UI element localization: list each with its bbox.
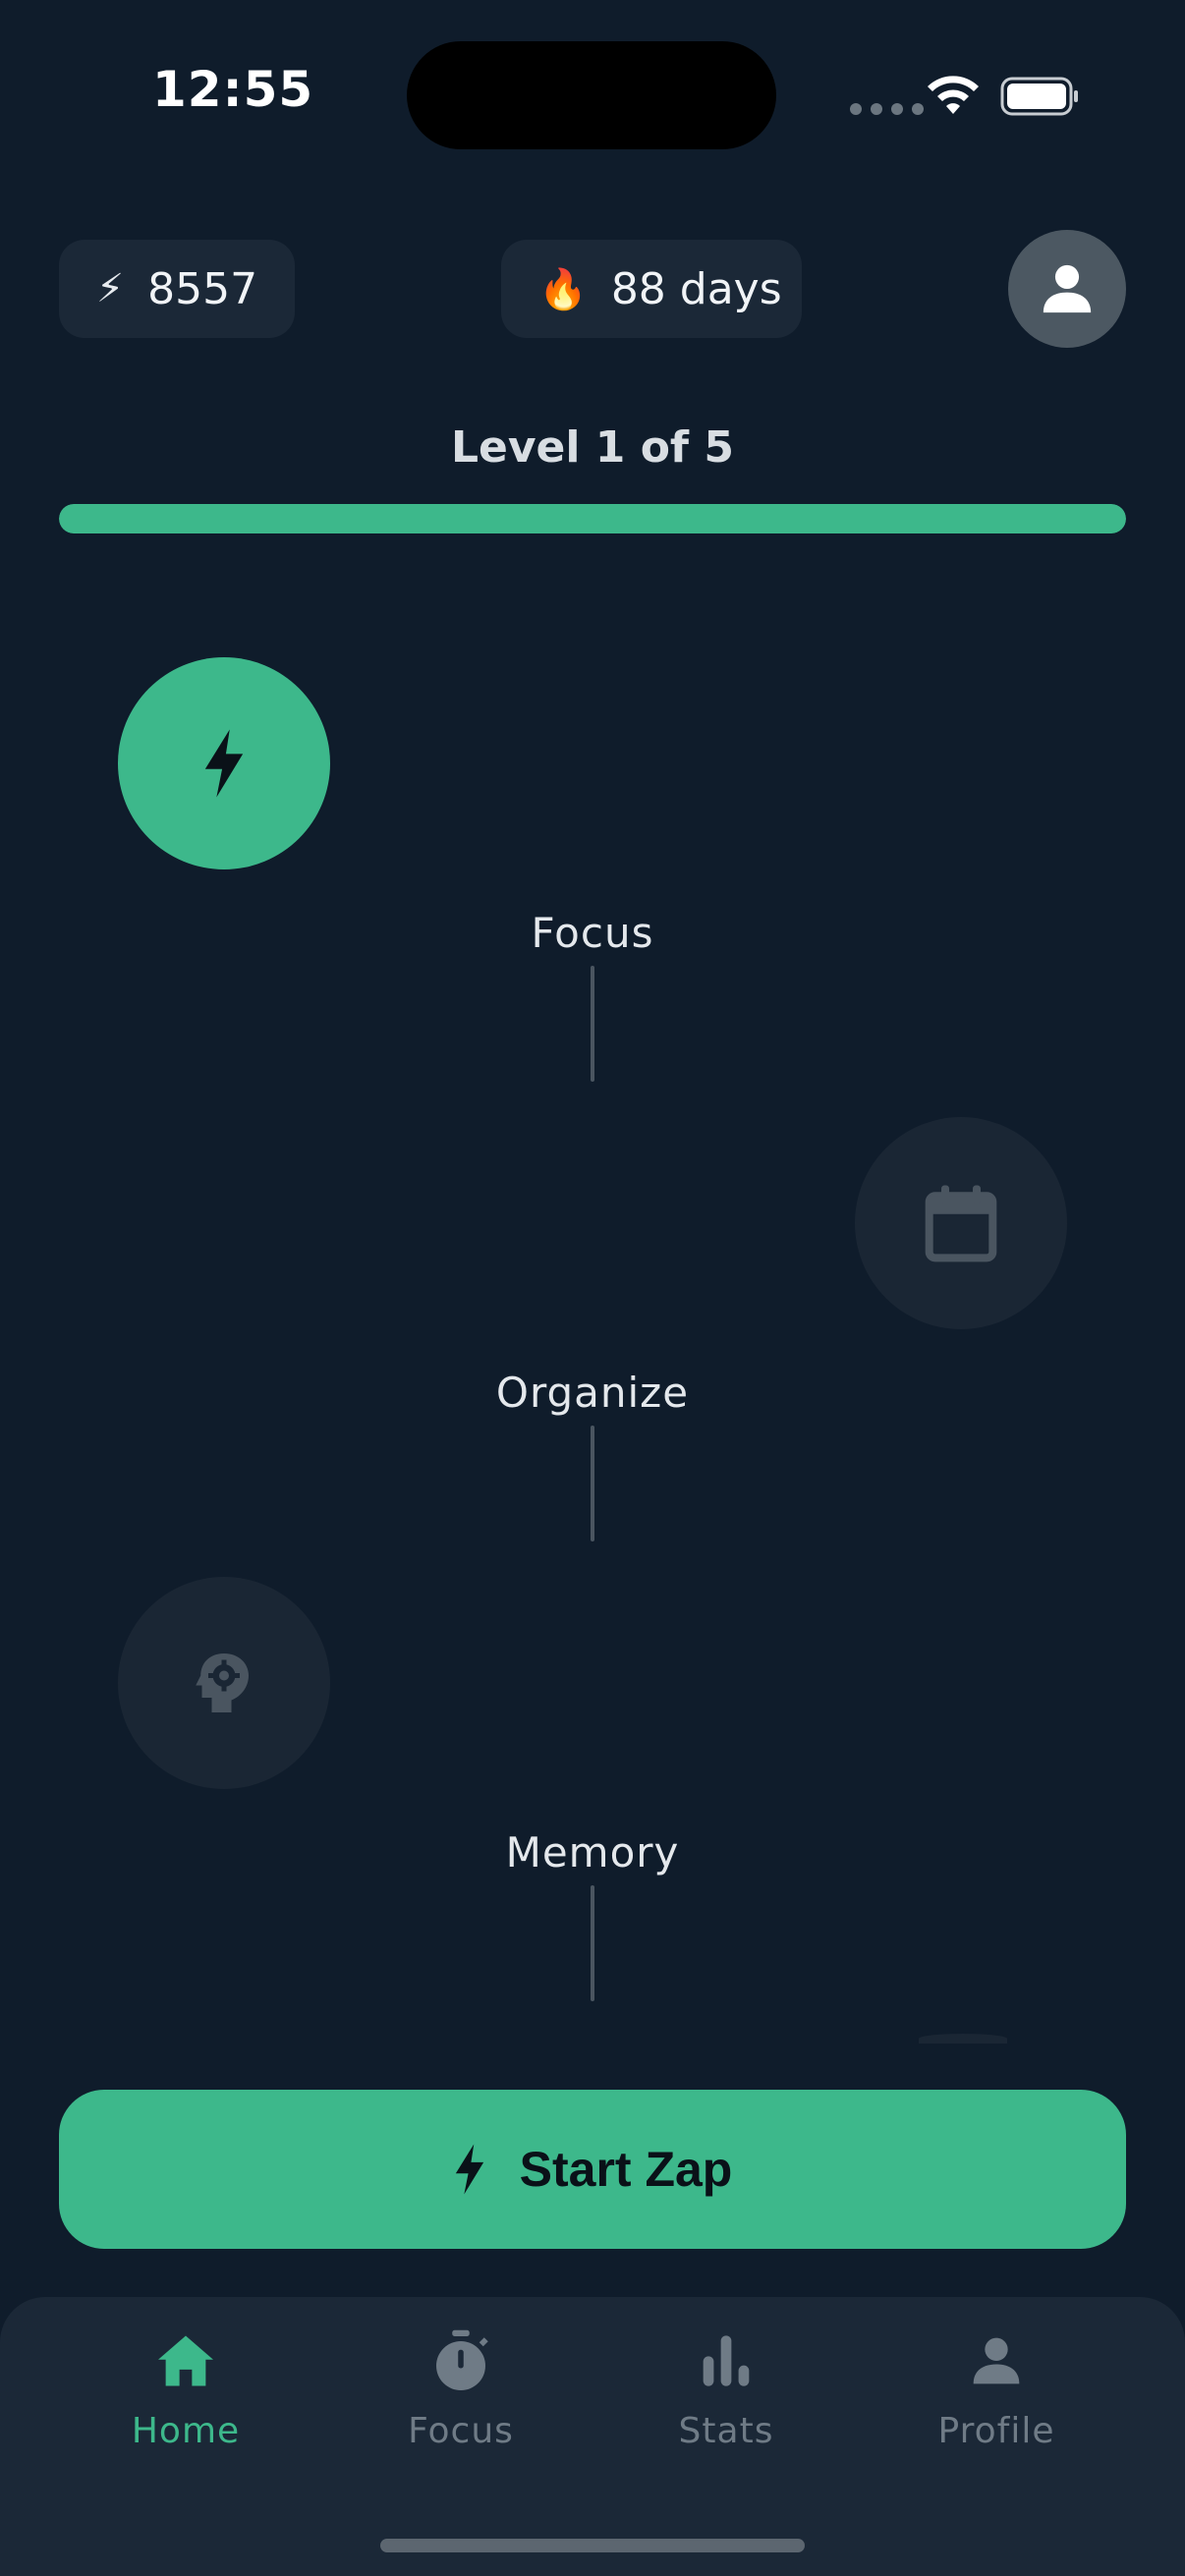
brain-gear-icon <box>196 1653 249 1712</box>
avatar-button[interactable] <box>1008 230 1126 348</box>
wifi-icon <box>928 76 979 114</box>
path-node-focus[interactable] <box>118 657 330 869</box>
fire-icon: 🔥 <box>538 266 588 312</box>
calendar-icon <box>925 1185 997 1262</box>
level-progress-fill <box>59 504 1126 533</box>
tab-label: Profile <box>937 2411 1055 2451</box>
path-node-label: Organize <box>495 1369 690 1417</box>
home-indicator <box>380 2539 805 2552</box>
person-icon <box>1043 264 1092 313</box>
path-node-organize[interactable] <box>855 1117 1067 1329</box>
tab-home[interactable]: Home <box>68 2321 304 2451</box>
status-time: 12:55 <box>152 61 314 118</box>
dynamic-island <box>407 41 776 149</box>
tab-stats[interactable]: Stats <box>608 2321 844 2451</box>
points-badge[interactable]: ⚡ 8557 <box>59 240 295 338</box>
streak-badge[interactable]: 🔥 88 days <box>501 240 802 338</box>
cellular-signal-icon <box>850 103 924 115</box>
tab-label: Home <box>131 2411 241 2451</box>
level-progress-bar <box>59 504 1126 533</box>
tab-label: Stats <box>678 2411 774 2451</box>
path-connector <box>591 1426 594 1541</box>
battery-icon <box>1000 77 1078 116</box>
path-node-label: Focus <box>531 909 654 957</box>
streak-value: 88 days <box>610 263 782 314</box>
lightning-icon: ⚡ <box>96 266 125 311</box>
path-node-label: Memory <box>505 1828 680 1876</box>
level-title: Level 1 of 5 <box>450 422 735 473</box>
stopwatch-icon <box>436 2329 488 2390</box>
start-zap-button[interactable]: Start Zap <box>59 2090 1126 2249</box>
path-node-next-peek <box>919 2034 1007 2044</box>
tab-focus[interactable]: Focus <box>343 2321 579 2451</box>
person-icon <box>973 2337 1020 2384</box>
bolt-icon <box>455 2144 483 2195</box>
path-connector <box>591 1885 594 2001</box>
bolt-icon <box>204 729 244 798</box>
tab-profile[interactable]: Profile <box>878 2321 1114 2451</box>
points-value: 8557 <box>147 263 258 314</box>
path-connector <box>591 966 594 1082</box>
path-node-memory[interactable] <box>118 1577 330 1789</box>
bar-chart-icon <box>703 2335 750 2386</box>
tab-label: Focus <box>408 2411 514 2451</box>
home-icon <box>158 2335 213 2386</box>
start-zap-label: Start Zap <box>519 2142 733 2197</box>
